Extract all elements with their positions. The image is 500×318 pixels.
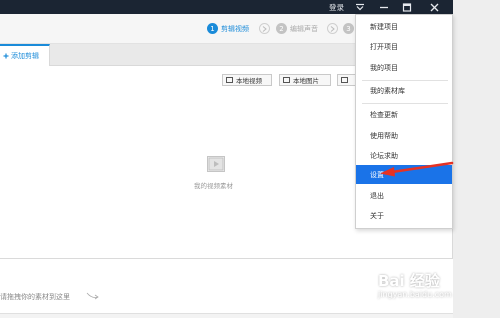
minimize-icon[interactable]: [376, 0, 392, 14]
button-label: 本地图片: [293, 77, 319, 85]
step-edit-video[interactable]: 1 剪辑视频: [207, 23, 249, 34]
menu-divider: [362, 103, 448, 104]
annotation-arrow-icon: [380, 161, 454, 177]
menu-item-label: 我的项目: [370, 63, 398, 72]
import-local-video-button[interactable]: 本地视频: [222, 74, 272, 86]
menu-item-label: 关于: [370, 211, 384, 220]
image-icon: [283, 77, 290, 83]
menu-item-label: 新建项目: [370, 22, 398, 31]
menu-item-label: 我的素材库: [370, 86, 405, 95]
menu-item-my-projects[interactable]: 我的项目: [356, 59, 452, 76]
step-edit-audio[interactable]: 2 编辑声音: [276, 23, 318, 34]
menu-item-check-updates[interactable]: 检查更新: [356, 106, 452, 123]
watermark-url: jingyan.baidu.com: [378, 290, 452, 299]
menu-item-my-library[interactable]: 我的素材库: [356, 82, 452, 99]
film-icon: [341, 77, 348, 83]
menu-item-new-project[interactable]: 新建项目: [356, 18, 452, 35]
chevron-right-icon: [259, 23, 270, 34]
video-placeholder-icon: [207, 156, 225, 172]
menu-item-label: 使用帮助: [370, 131, 398, 140]
menu-item-help[interactable]: 使用帮助: [356, 127, 452, 144]
step-number: 2: [276, 23, 287, 34]
import-local-image-button[interactable]: 本地图片: [279, 74, 331, 86]
background-strip: [453, 0, 500, 318]
title-bar: 登录: [0, 0, 453, 14]
drop-hint: 请拖拽你的素材到这里: [0, 293, 70, 301]
button-label: 本地视频: [236, 77, 262, 85]
menu-item-label: 检查更新: [370, 110, 398, 119]
close-icon[interactable]: [426, 0, 442, 14]
maximize-icon[interactable]: [399, 0, 415, 14]
login-link[interactable]: 登录: [329, 2, 344, 13]
step-label: 剪辑视频: [221, 24, 249, 33]
plus-icon: [3, 53, 9, 59]
menu-item-open-project[interactable]: 打开项目: [356, 38, 452, 55]
chevron-right-icon: [327, 23, 338, 34]
menu-dropdown-icon[interactable]: [352, 0, 368, 14]
step-number: 3: [343, 23, 354, 34]
empty-state-label: 我的视频素材: [194, 182, 233, 190]
menu-item-label: 退出: [370, 191, 384, 200]
tab-label: 添加剪辑: [11, 52, 39, 60]
watermark-logo: Bai 经验: [378, 272, 440, 290]
main-dropdown-menu: 新建项目 打开项目 我的项目 我的素材库 检查更新 使用帮助 论坛求助 设置 退…: [355, 14, 453, 229]
step-label: 编辑声音: [290, 24, 318, 33]
menu-divider: [362, 80, 448, 81]
menu-item-label: 打开项目: [370, 42, 398, 51]
timeline-track[interactable]: [0, 313, 453, 318]
menu-item-about[interactable]: 关于: [356, 207, 452, 224]
curved-arrow-icon: [86, 292, 99, 300]
menu-item-label: 论坛求助: [370, 151, 398, 160]
step-number: 1: [207, 23, 218, 34]
film-icon: [226, 77, 233, 83]
tab-add-clip[interactable]: 添加剪辑: [0, 44, 50, 66]
import-more-button[interactable]: [337, 74, 357, 86]
menu-item-exit[interactable]: 退出: [356, 187, 452, 204]
